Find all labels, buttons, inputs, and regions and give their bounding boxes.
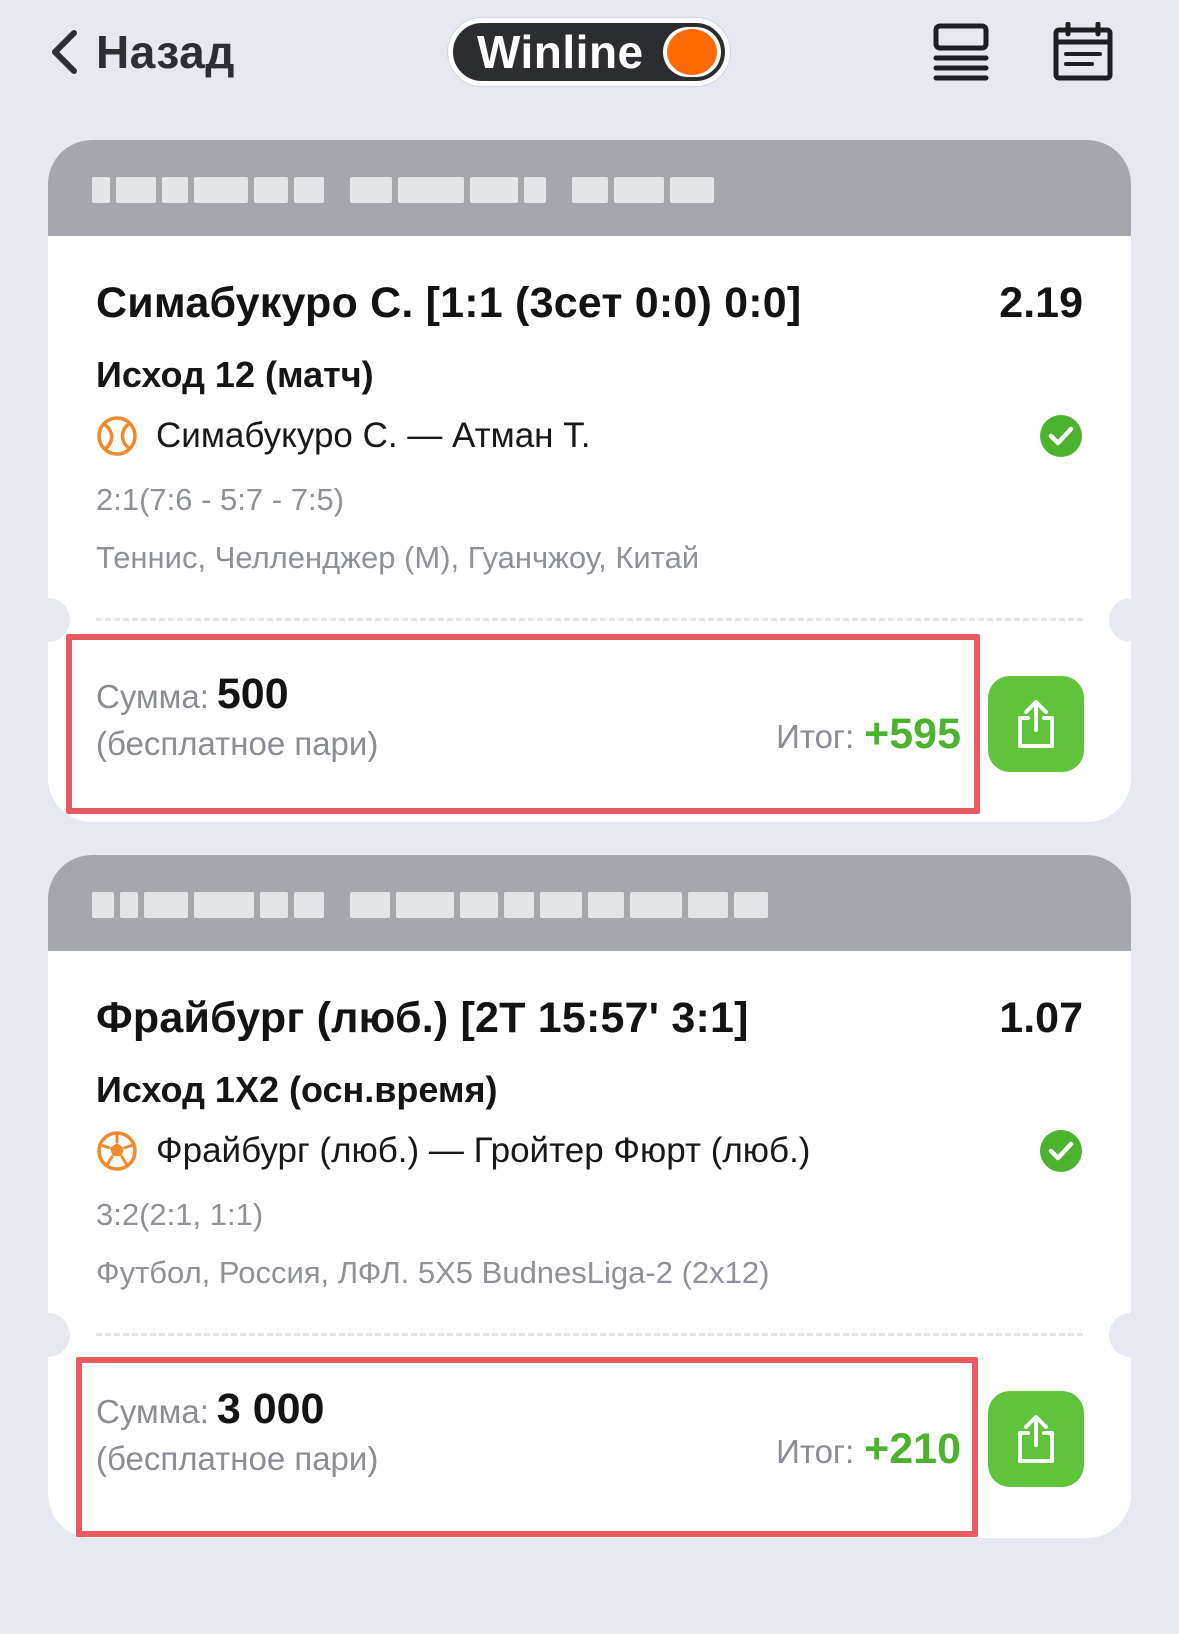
odds-value: 2.19 [999, 278, 1083, 327]
ticket-notch-left [48, 598, 70, 642]
share-icon [1018, 700, 1054, 748]
event-title-row: Фрайбург (люб.) [2Т 15:57' 3:1] 1.07 [96, 990, 1083, 1046]
stake-block: Сумма: 3 000 (бесплатное пари) [96, 1385, 378, 1478]
dashed-divider [96, 1333, 1083, 1336]
top-bar: Назад Winline [0, 0, 1179, 110]
chevron-left-icon [44, 24, 84, 80]
share-button[interactable] [988, 676, 1084, 772]
tennis-ball-icon [96, 415, 138, 457]
ticket-notch-right [1109, 598, 1131, 642]
stake-value: 3 000 [216, 1385, 325, 1433]
freebet-note: (бесплатное пари) [96, 1440, 379, 1477]
teams-row: Фрайбург (люб.) — Гройтер Фюрт (люб.) [96, 1127, 1083, 1175]
event-title: Фрайбург (люб.) [2Т 15:57' 3:1] [96, 993, 749, 1042]
teams-label: Симабукуро С. — Атман Т. [156, 416, 591, 455]
winline-logo: Winline [448, 18, 730, 86]
stake-label: Сумма: [96, 1393, 209, 1430]
stake-block: Сумма: 500 (бесплатное пари) [96, 670, 378, 763]
logo-text: Winline [477, 26, 644, 78]
freebet-note: (бесплатное пари) [96, 725, 379, 762]
bet-card[interactable]: Фрайбург (люб.) [2Т 15:57' 3:1] 1.07 Исх… [48, 855, 1131, 1538]
result-value: +595 [864, 710, 961, 758]
ticket-notch-right [1109, 1313, 1131, 1357]
result-label: Итог: [776, 718, 855, 755]
teams-label: Фрайбург (люб.) — Гройтер Фюрт (люб.) [156, 1131, 811, 1170]
market-name: Исход 1Х2 (осн.время) [96, 1069, 498, 1110]
event-title: Симабукуро С. [1:1 (3сет 0:0) 0:0] [96, 278, 802, 327]
bet-card[interactable]: Симабукуро С. [1:1 (3сет 0:0) 0:0] 2.19 … [48, 140, 1131, 822]
ticket-notch-left [48, 1313, 70, 1357]
redacted-bet-id [92, 889, 768, 921]
match-score: 3:2(2:1, 1:1) [96, 1197, 264, 1232]
back-label: Назад [96, 26, 235, 78]
result-label: Итог: [776, 1433, 855, 1470]
stake-value: 500 [216, 670, 289, 718]
league-info: Футбол, Россия, ЛФЛ. 5Х5 BudnesLiga-2 (2… [96, 1255, 770, 1290]
event-title-row: Симабукуро С. [1:1 (3сет 0:0) 0:0] 2.19 [96, 275, 1083, 331]
soccer-ball-icon [96, 1130, 138, 1172]
logo-dot [663, 27, 721, 77]
check-circle-icon [1039, 414, 1083, 458]
share-icon [1018, 1415, 1054, 1463]
coupon-list-icon[interactable] [930, 22, 994, 82]
result-block: Итог: +595 [776, 710, 961, 759]
match-score: 2:1(7:6 - 5:7 - 7:5) [96, 482, 345, 517]
card-header-redacted [48, 855, 1131, 951]
share-button[interactable] [988, 1391, 1084, 1487]
card-header-redacted [48, 140, 1131, 236]
market-name: Исход 12 (матч) [96, 354, 374, 395]
odds-value: 1.07 [999, 993, 1083, 1042]
check-circle-icon [1039, 1129, 1083, 1173]
stake-label: Сумма: [96, 678, 209, 715]
calendar-icon[interactable] [1052, 21, 1116, 82]
back-button[interactable]: Назад [44, 22, 235, 82]
dashed-divider [96, 618, 1083, 621]
result-block: Итог: +210 [776, 1425, 961, 1474]
teams-row: Симабукуро С. — Атман Т. [96, 412, 1083, 460]
result-value: +210 [864, 1425, 961, 1473]
league-info: Теннис, Челленджер (М), Гуанчжоу, Китай [96, 540, 700, 575]
redacted-bet-id [92, 174, 714, 206]
